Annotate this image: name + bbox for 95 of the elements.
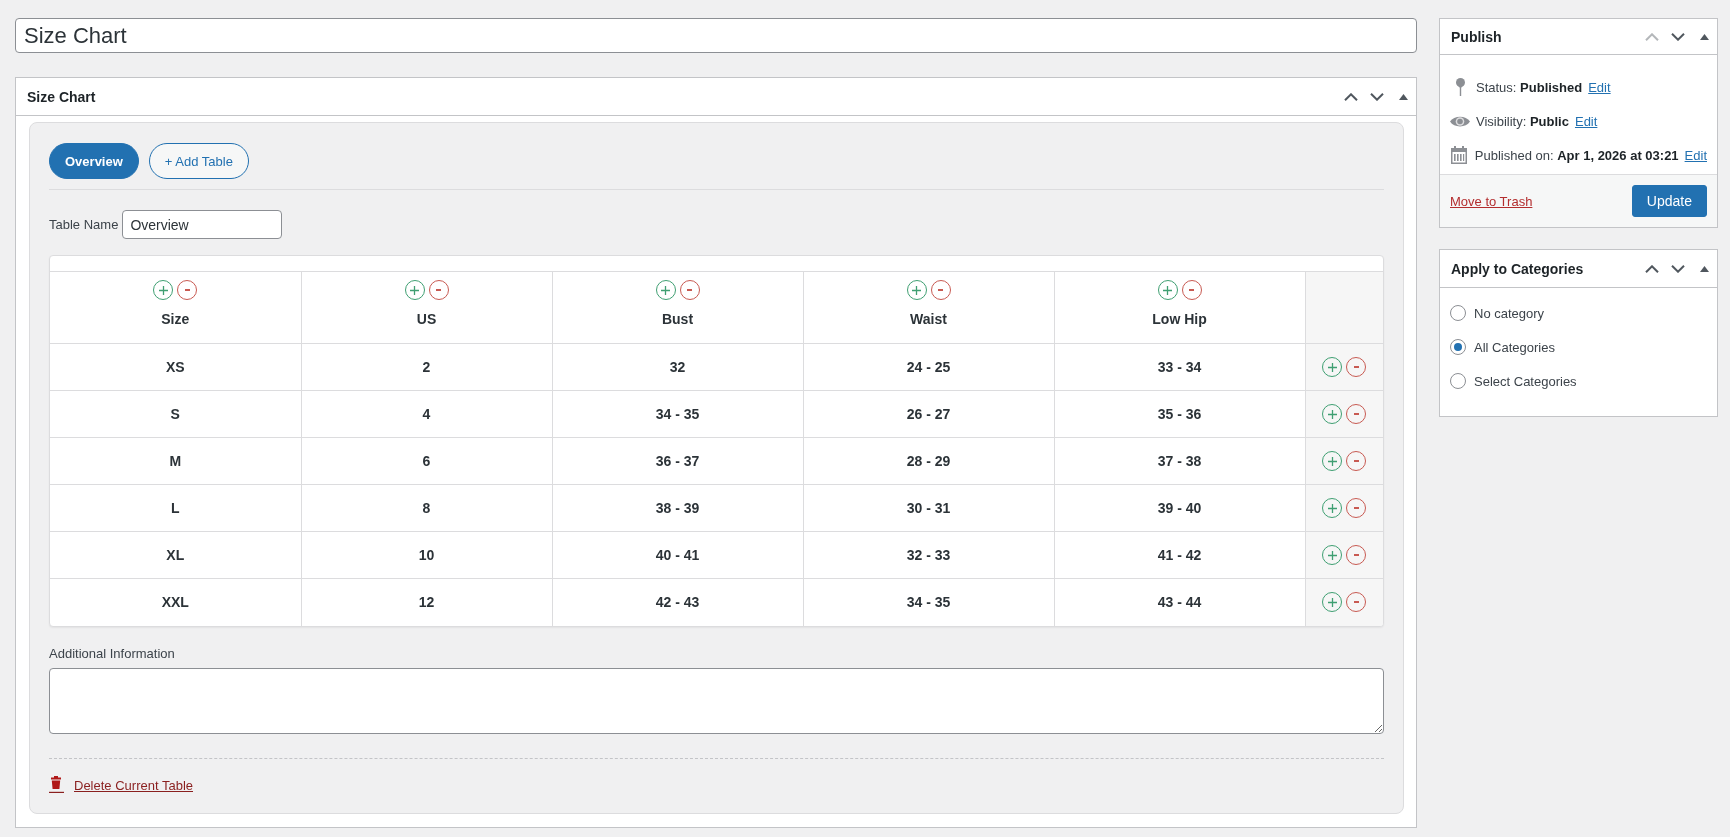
chevron-up-icon [1645, 32, 1659, 41]
chevron-up-icon [1344, 92, 1358, 101]
add-table-button[interactable]: + Add Table [148, 143, 249, 179]
publish-detail-text: Published on: Apr 1, 2026 at 03:21 [1474, 147, 1679, 163]
table-cell: 38 - 39 [552, 484, 803, 532]
publish-detail-text: Visibility: Public [1476, 113, 1569, 129]
chevron-down-icon [1671, 32, 1685, 41]
column-header: Size [161, 311, 190, 327]
table-cell: 34 - 35 [552, 390, 803, 438]
table-cell: 41 - 42 [1054, 531, 1305, 579]
table-cell: XS [50, 343, 301, 391]
column-header: US [416, 311, 437, 327]
table-cell: 6 [301, 437, 552, 485]
table-cell: 32 [552, 343, 803, 391]
minus-icon [1189, 289, 1194, 291]
table-cell: 24 - 25 [803, 343, 1054, 391]
minus-icon [1353, 413, 1359, 415]
chevron-down-icon [1671, 264, 1685, 273]
table-cell: 39 - 40 [1054, 484, 1305, 532]
minus-icon [436, 289, 441, 291]
column-header: Bust [661, 311, 694, 327]
table-cell: 26 - 27 [803, 390, 1054, 438]
table-cell: 32 - 33 [803, 531, 1054, 579]
panel-title: Publish [1451, 28, 1503, 45]
table-cell: 36 - 37 [552, 437, 803, 485]
column-header: Low Hip [1152, 311, 1207, 327]
table-cell: M [50, 437, 301, 485]
plus-icon [1327, 550, 1337, 560]
minus-icon [938, 289, 943, 291]
plus-icon [1327, 456, 1337, 466]
panel-title: Apply to Categories [1451, 260, 1585, 277]
minus-icon [1353, 601, 1359, 604]
minus-icon [1353, 366, 1359, 368]
column-header: Waist [910, 311, 947, 327]
table-cell: 40 - 41 [552, 531, 803, 579]
plus-icon [661, 285, 670, 295]
table-cell: 30 - 31 [803, 484, 1054, 532]
table-cell: S [50, 390, 301, 438]
radio-label[interactable]: All Categories [1474, 339, 1555, 355]
chevron-up-icon [1645, 264, 1659, 273]
pin-icon [1455, 78, 1465, 96]
radio-button[interactable] [1450, 339, 1466, 355]
additional-information-field[interactable] [49, 667, 1384, 734]
triangle-up-icon [1398, 93, 1408, 100]
table-cell: 12 [301, 578, 552, 626]
table-cell: XXL [50, 578, 301, 626]
panel-title: Size Chart [27, 88, 97, 105]
chevron-down-icon [1370, 92, 1384, 101]
trash-icon [49, 775, 64, 793]
plus-icon [1327, 409, 1337, 419]
table-cell: 42 - 43 [552, 578, 803, 626]
calendar-icon [1451, 146, 1468, 164]
table-cell: 28 - 29 [803, 437, 1054, 485]
table-cell: 37 - 38 [1054, 437, 1305, 485]
table-tab[interactable]: Overview [49, 143, 139, 179]
triangle-up-icon [1699, 33, 1709, 40]
table-cell: L [50, 484, 301, 532]
minus-icon [1353, 507, 1359, 509]
table-name-field[interactable]: Overview [122, 210, 283, 239]
minus-icon [1353, 460, 1359, 462]
table-cell: XL [50, 531, 301, 579]
plus-icon [1327, 362, 1337, 372]
table-cell: 43 - 44 [1054, 578, 1305, 626]
minus-icon [687, 289, 692, 291]
table-cell: 4 [301, 390, 552, 438]
table-cell: 35 - 36 [1054, 390, 1305, 438]
radio-button[interactable] [1450, 305, 1466, 321]
edit-link[interactable]: Edit [1574, 113, 1598, 129]
eye-icon [1450, 114, 1470, 128]
table-cell: 34 - 35 [803, 578, 1054, 626]
title-field[interactable]: Size Chart [15, 18, 1417, 53]
delete-table-link[interactable]: Delete Current Table [49, 775, 193, 793]
plus-icon [158, 285, 168, 295]
plus-icon [410, 285, 419, 295]
plus-icon [912, 285, 921, 295]
move-to-trash-link[interactable]: Move to Trash [1450, 193, 1533, 209]
plus-icon [1327, 503, 1337, 513]
minus-icon [1353, 554, 1359, 556]
edit-link[interactable]: Edit [1684, 147, 1707, 163]
triangle-up-icon [1699, 265, 1709, 272]
radio-label[interactable]: Select Categories [1474, 373, 1577, 389]
publish-detail-text: Status: Published [1476, 79, 1583, 95]
field-label: Additional Information [49, 645, 176, 662]
minus-icon [184, 289, 190, 291]
table-cell: 8 [301, 484, 552, 532]
radio-button[interactable] [1450, 373, 1466, 389]
table-cell: 2 [301, 343, 552, 391]
table-cell: 10 [301, 531, 552, 579]
table-cell: 33 - 34 [1054, 343, 1305, 391]
plus-icon [1327, 597, 1337, 607]
radio-label[interactable]: No category [1474, 305, 1545, 321]
update-button[interactable]: Update [1631, 185, 1707, 217]
plus-icon [1163, 285, 1172, 295]
field-label: Table Name [49, 217, 119, 232]
edit-link[interactable]: Edit [1588, 79, 1611, 95]
